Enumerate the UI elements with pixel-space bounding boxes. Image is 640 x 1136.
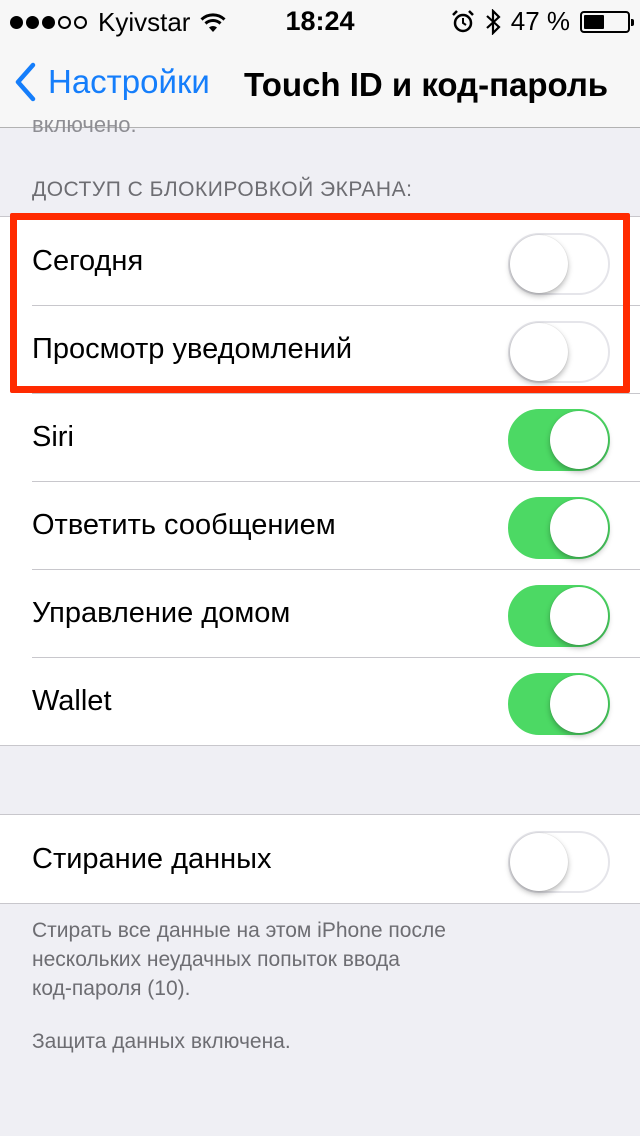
setting-row-home-control: Управление домом (0, 569, 640, 657)
battery-fill (584, 14, 604, 29)
erase-data-group: Стирание данных (0, 814, 640, 904)
annotation-highlight-box (10, 213, 630, 393)
setting-label: Siri (32, 421, 74, 453)
setting-label: Стирание данных (32, 843, 272, 875)
setting-row-erase-data: Стирание данных (0, 815, 640, 903)
data-protection-note: Защита данных включена. (32, 1030, 291, 1053)
battery-percent: 47 % (510, 6, 570, 36)
bluetooth-icon (485, 8, 501, 35)
reply-with-message-toggle[interactable] (508, 497, 610, 559)
footer-line: Стирать все данные на этом iPhone после (32, 919, 446, 942)
erase-data-toggle[interactable] (508, 831, 610, 893)
scrolled-description: включено. (32, 112, 137, 137)
erase-data-description: Стирать все данные на этом iPhone после … (32, 916, 532, 1003)
setting-row-siri: Siri (0, 393, 640, 481)
chevron-left-icon (15, 62, 36, 102)
setting-row-wallet: Wallet (0, 657, 640, 745)
setting-label: Ответить сообщением (32, 509, 336, 541)
battery-icon (580, 10, 634, 33)
alarm-clock-icon (451, 9, 474, 32)
section-header-lock-screen-access: ДОСТУП С БЛОКИРОВКОЙ ЭКРАНА: (32, 178, 413, 201)
back-button-label: Настройки (48, 63, 210, 100)
siri-toggle[interactable] (508, 409, 610, 471)
setting-label: Управление домом (32, 597, 291, 629)
footer-line: код-пароля (10). (32, 977, 191, 1000)
home-control-toggle[interactable] (508, 585, 610, 647)
page-title: Touch ID и код-пароль (244, 66, 609, 103)
status-bar: Kyivstar 18:24 47 % (0, 0, 640, 40)
setting-row-reply-with-message: Ответить сообщением (0, 481, 640, 569)
footer-line: нескольких неудачных попыток ввода (32, 948, 400, 971)
wallet-toggle[interactable] (508, 673, 610, 735)
back-button[interactable]: Настройки (14, 62, 210, 102)
setting-label: Wallet (32, 685, 112, 717)
status-right: 47 % (441, 6, 634, 37)
